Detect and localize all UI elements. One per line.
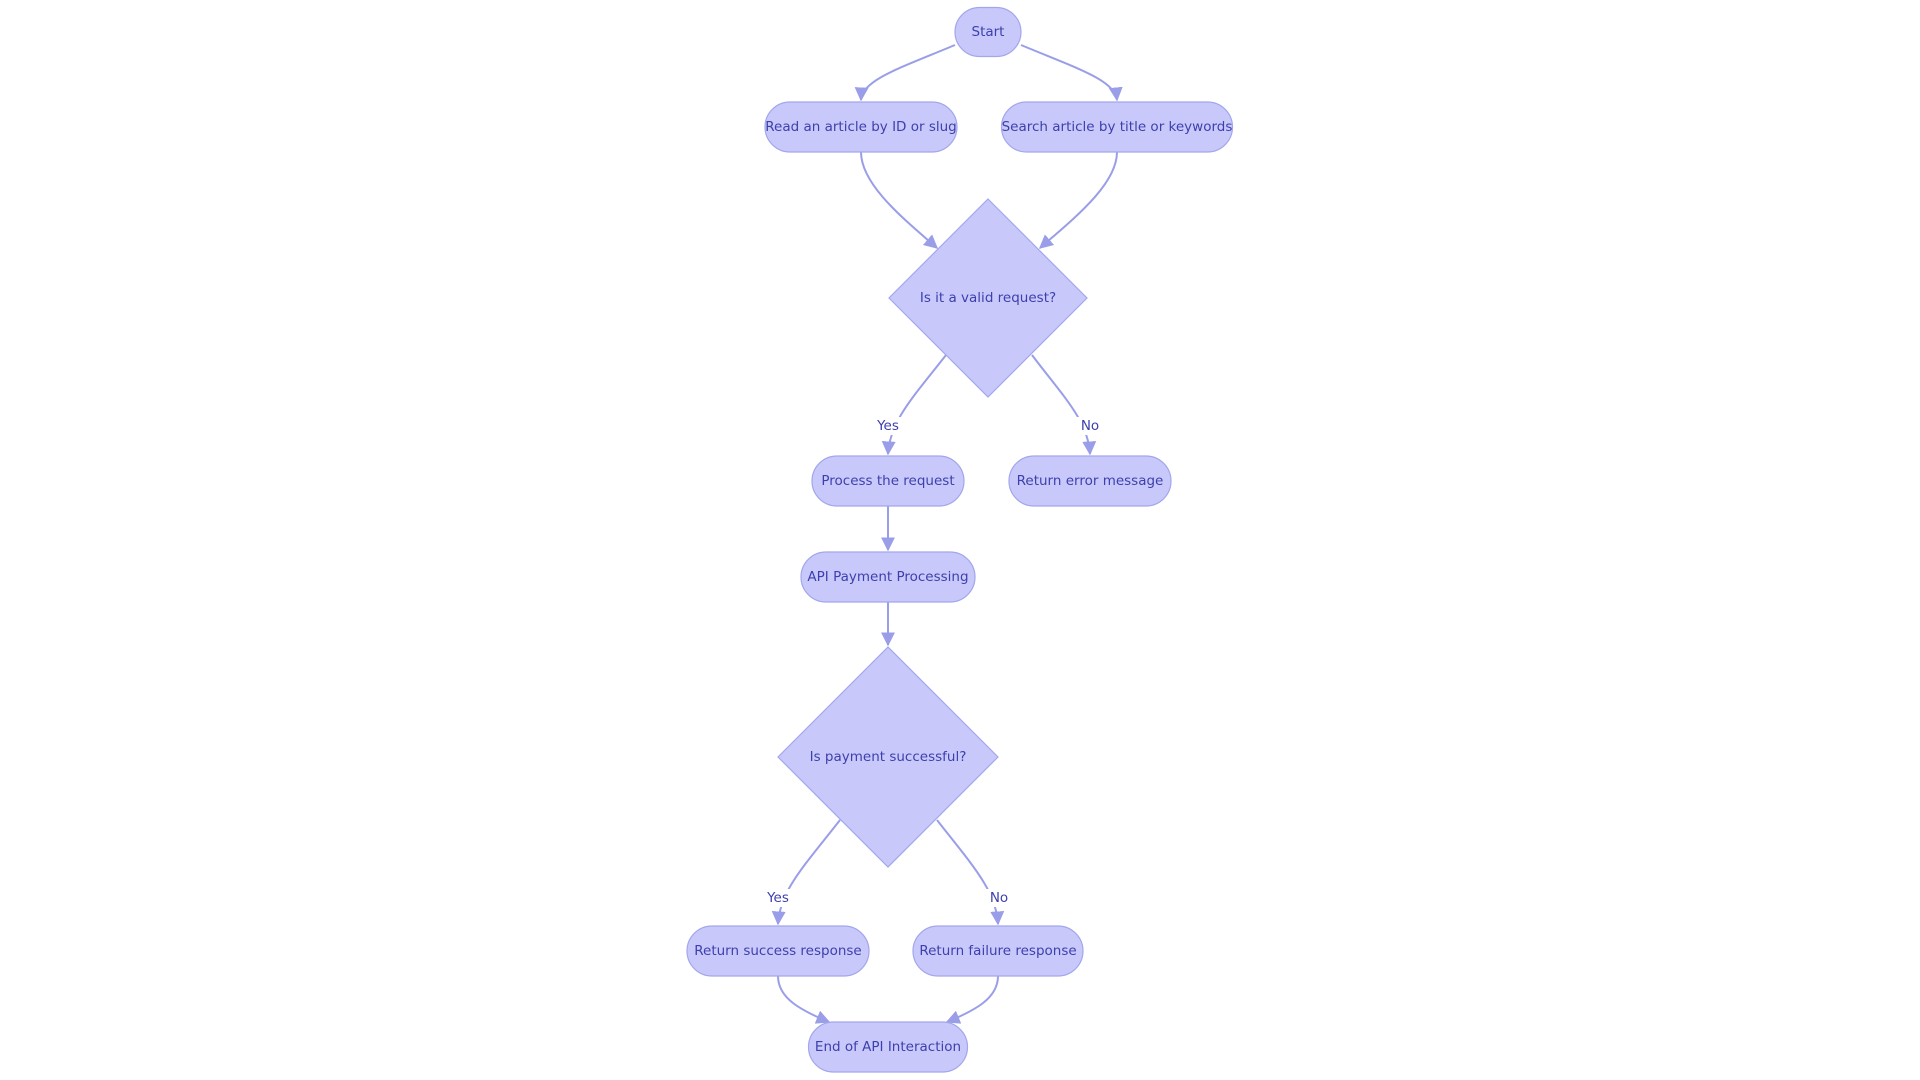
edge-search-valid xyxy=(1038,151,1118,249)
node-label: Return error message xyxy=(1017,473,1164,489)
edge-failure-end xyxy=(945,975,999,1024)
node-failure[interactable]: Return failure response xyxy=(912,925,1084,977)
edge-paid-failure xyxy=(936,819,1005,926)
node-label: Is payment successful? xyxy=(810,749,967,765)
edge-valid-error xyxy=(1031,354,1097,456)
edge-label-valid-process: Yes xyxy=(872,417,904,435)
node-payment[interactable]: API Payment Processing xyxy=(800,551,976,603)
edge-label-text: No xyxy=(990,890,1008,906)
edge-label-text: No xyxy=(1081,418,1099,434)
edge-success-end xyxy=(777,975,831,1024)
edge-label-text: Yes xyxy=(766,890,789,906)
edge-start-search xyxy=(1020,44,1123,102)
edge-label-valid-error: No xyxy=(1074,417,1106,435)
edge-start-read xyxy=(854,44,956,102)
node-read[interactable]: Read an article by ID or slug xyxy=(764,101,958,153)
node-end[interactable]: End of API Interaction xyxy=(807,1021,969,1073)
node-label: End of API Interaction xyxy=(815,1039,961,1055)
node-search[interactable]: Search article by title or keywords xyxy=(1000,101,1234,153)
node-label: Read an article by ID or slug xyxy=(765,119,957,135)
node-valid[interactable]: Is it a valid request? xyxy=(888,198,1088,398)
node-process[interactable]: Process the request xyxy=(811,455,965,507)
edge-label-paid-success: Yes xyxy=(762,889,794,907)
node-label: Return success response xyxy=(694,943,862,959)
flowchart: Yes No Yes No Start Read an article by ID or… xyxy=(686,6,1234,1073)
node-error[interactable]: Return error message xyxy=(1008,455,1172,507)
node-label: Is it a valid request? xyxy=(920,290,1056,306)
node-label: Start xyxy=(972,24,1005,40)
node-start[interactable]: Start xyxy=(954,6,1022,58)
node-success[interactable]: Return success response xyxy=(686,925,870,977)
node-label: Return failure response xyxy=(919,943,1076,959)
node-label: Search article by title or keywords xyxy=(1002,119,1233,135)
edge-label-paid-failure: No xyxy=(983,889,1015,907)
edge-valid-process xyxy=(881,354,947,456)
edge-label-text: Yes xyxy=(876,418,899,434)
node-label: Process the request xyxy=(821,473,954,489)
edge-paid-success xyxy=(771,819,841,926)
node-label: API Payment Processing xyxy=(807,569,968,585)
node-paid[interactable]: Is payment successful? xyxy=(777,646,999,868)
edge-read-valid xyxy=(860,151,939,249)
